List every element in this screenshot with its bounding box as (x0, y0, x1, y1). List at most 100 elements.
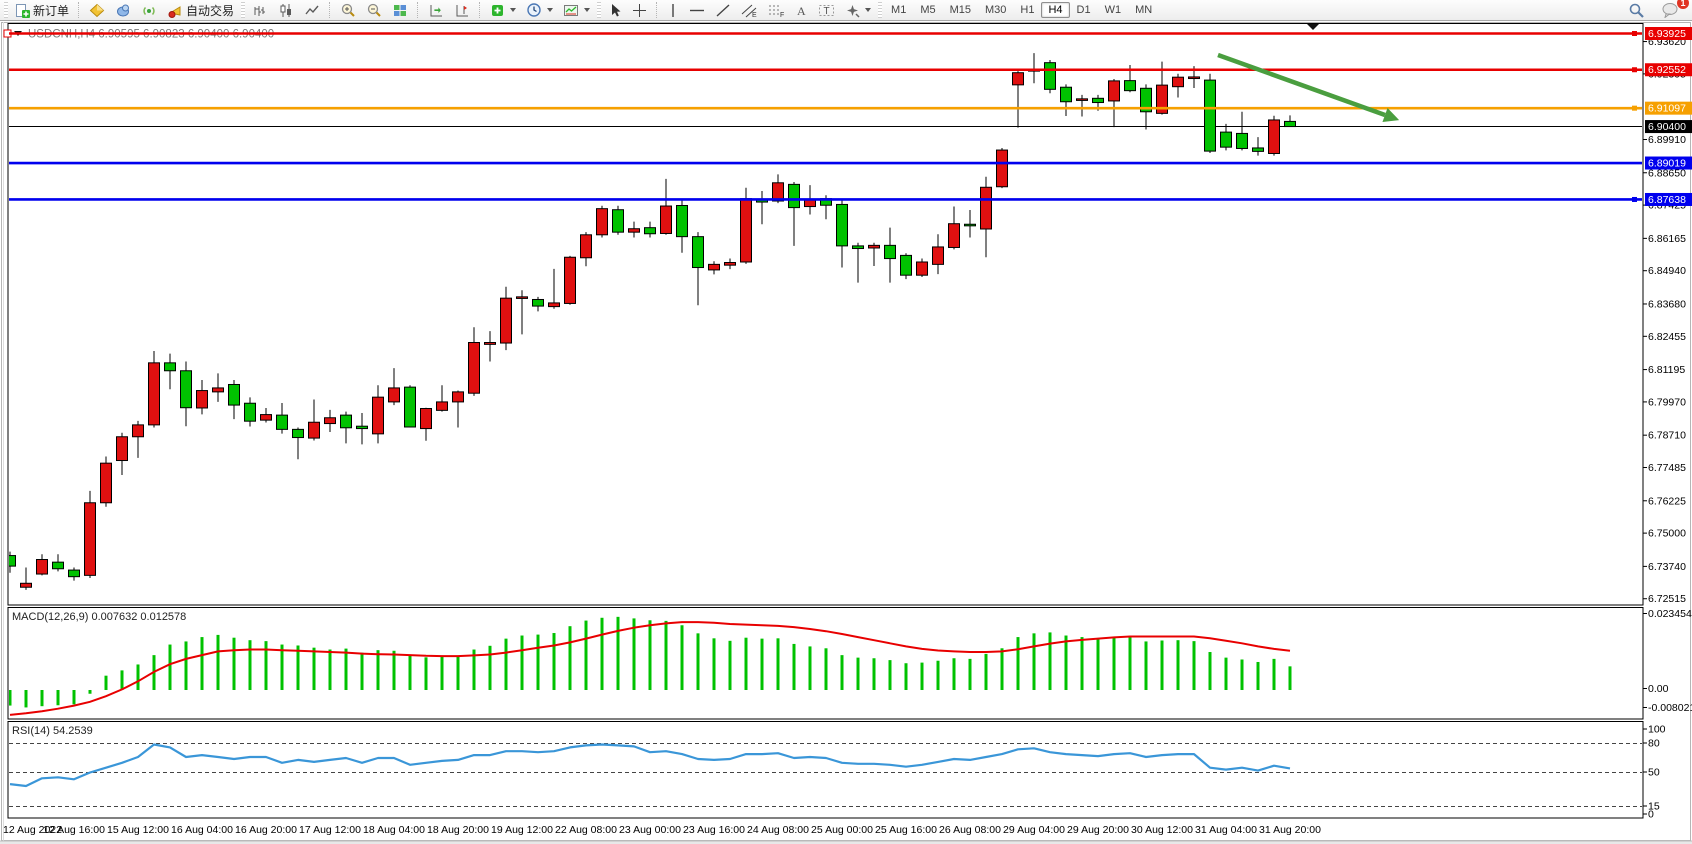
macd-bar (393, 651, 396, 690)
candle-body (421, 409, 432, 429)
macd-bar (521, 636, 524, 690)
macd-bar (1289, 666, 1292, 690)
macd-bar (137, 664, 140, 690)
hline-handle[interactable] (1632, 106, 1637, 111)
candle-body (789, 184, 800, 207)
time-tick: 25 Aug 00:00 (811, 824, 873, 836)
price-tick: 6.72515 (1648, 593, 1686, 605)
macd-bar (857, 658, 860, 690)
candle-body (453, 392, 464, 402)
macd-bar (1209, 652, 1212, 690)
macd-bar (985, 654, 988, 690)
time-tick: 19 Aug 12:00 (491, 824, 553, 836)
macd-bar (105, 676, 108, 690)
price-tick: 6.76225 (1648, 495, 1686, 507)
candle-body (517, 297, 528, 299)
macd-bar (57, 690, 60, 705)
candle-body (37, 560, 48, 575)
macd-bar (1017, 637, 1020, 690)
macd-bar (1129, 637, 1132, 690)
macd-bar (841, 655, 844, 690)
time-tick: 25 Aug 16:00 (875, 824, 937, 836)
candle-body (469, 343, 480, 394)
rsi-axis-tick: 80 (1648, 738, 1660, 750)
candle-body (1061, 87, 1072, 102)
candle-body (1205, 80, 1216, 151)
time-tick: 18 Aug 04:00 (363, 824, 425, 836)
macd-bar (873, 658, 876, 690)
candle-body (1189, 77, 1200, 79)
time-tick: 12 Aug 16:00 (43, 824, 105, 836)
candle-body (1125, 81, 1136, 91)
candle-body (677, 205, 688, 236)
time-tick: 23 Aug 16:00 (683, 824, 745, 836)
macd-bar (681, 625, 684, 690)
macd-bar (1177, 640, 1180, 690)
macd-bar (89, 690, 92, 694)
candle-body (389, 388, 400, 402)
candle-body (1269, 120, 1280, 154)
candle-body (885, 245, 896, 258)
macd-bar (425, 657, 428, 690)
price-badge-label: 6.91097 (1648, 103, 1686, 115)
rsi-panel[interactable] (8, 722, 1643, 819)
candle-body (149, 363, 160, 425)
candle-body (229, 384, 240, 405)
macd-bar (249, 640, 252, 690)
hline-handle[interactable] (1632, 31, 1637, 36)
candle-body (373, 397, 384, 434)
macd-bar (1193, 641, 1196, 690)
macd-bar (345, 649, 348, 690)
macd-bar (729, 641, 732, 690)
price-badge-label: 6.90400 (1648, 121, 1686, 133)
candle-body (629, 229, 640, 232)
hline-handle[interactable] (1632, 67, 1637, 72)
macd-bar (617, 617, 620, 690)
macd-bar (73, 690, 76, 704)
macd-bar (1001, 648, 1004, 690)
macd-bar (409, 655, 412, 690)
candle-body (661, 206, 672, 233)
candle-body (917, 262, 928, 275)
time-tick: 26 Aug 08:00 (939, 824, 1001, 836)
candle-body (725, 263, 736, 266)
candle-body (1013, 73, 1024, 85)
candle-body (1253, 148, 1264, 151)
macd-bar (441, 657, 444, 690)
hline-handle[interactable] (1632, 197, 1637, 202)
candle-body (325, 418, 336, 424)
price-tick: 6.75000 (1648, 528, 1686, 540)
time-tick: 16 Aug 20:00 (235, 824, 297, 836)
candle-body (261, 415, 272, 421)
macd-bar (601, 618, 604, 690)
candle-body (741, 199, 752, 262)
candle-body (277, 415, 288, 429)
macd-bar (937, 661, 940, 690)
macd-bar (1241, 659, 1244, 690)
macd-bar (697, 633, 700, 690)
candle-body (869, 245, 880, 248)
price-badge-label: 6.87638 (1648, 194, 1686, 206)
price-tick: 6.73740 (1648, 561, 1686, 573)
macd-bar (201, 637, 204, 690)
macd-bar (265, 641, 268, 690)
macd-bar (169, 645, 172, 690)
price-tick: 6.79970 (1648, 396, 1686, 408)
candle-body (997, 150, 1008, 187)
candle-body (181, 371, 192, 408)
macd-bar (505, 639, 508, 690)
rsi-axis-tick: 0 (1648, 809, 1654, 821)
candle-body (853, 246, 864, 249)
candle-body (437, 402, 448, 410)
time-tick: 29 Aug 20:00 (1067, 824, 1129, 836)
price-tick: 6.78710 (1648, 430, 1686, 442)
macd-bar (121, 670, 124, 690)
macd-bar (281, 645, 284, 690)
candle-body (933, 247, 944, 264)
main-chart-panel[interactable] (8, 24, 1643, 606)
candle-body (101, 463, 112, 503)
candle-body (901, 255, 912, 275)
macd-bar (777, 638, 780, 690)
macd-bar (1097, 639, 1100, 690)
macd-bar (377, 650, 380, 690)
